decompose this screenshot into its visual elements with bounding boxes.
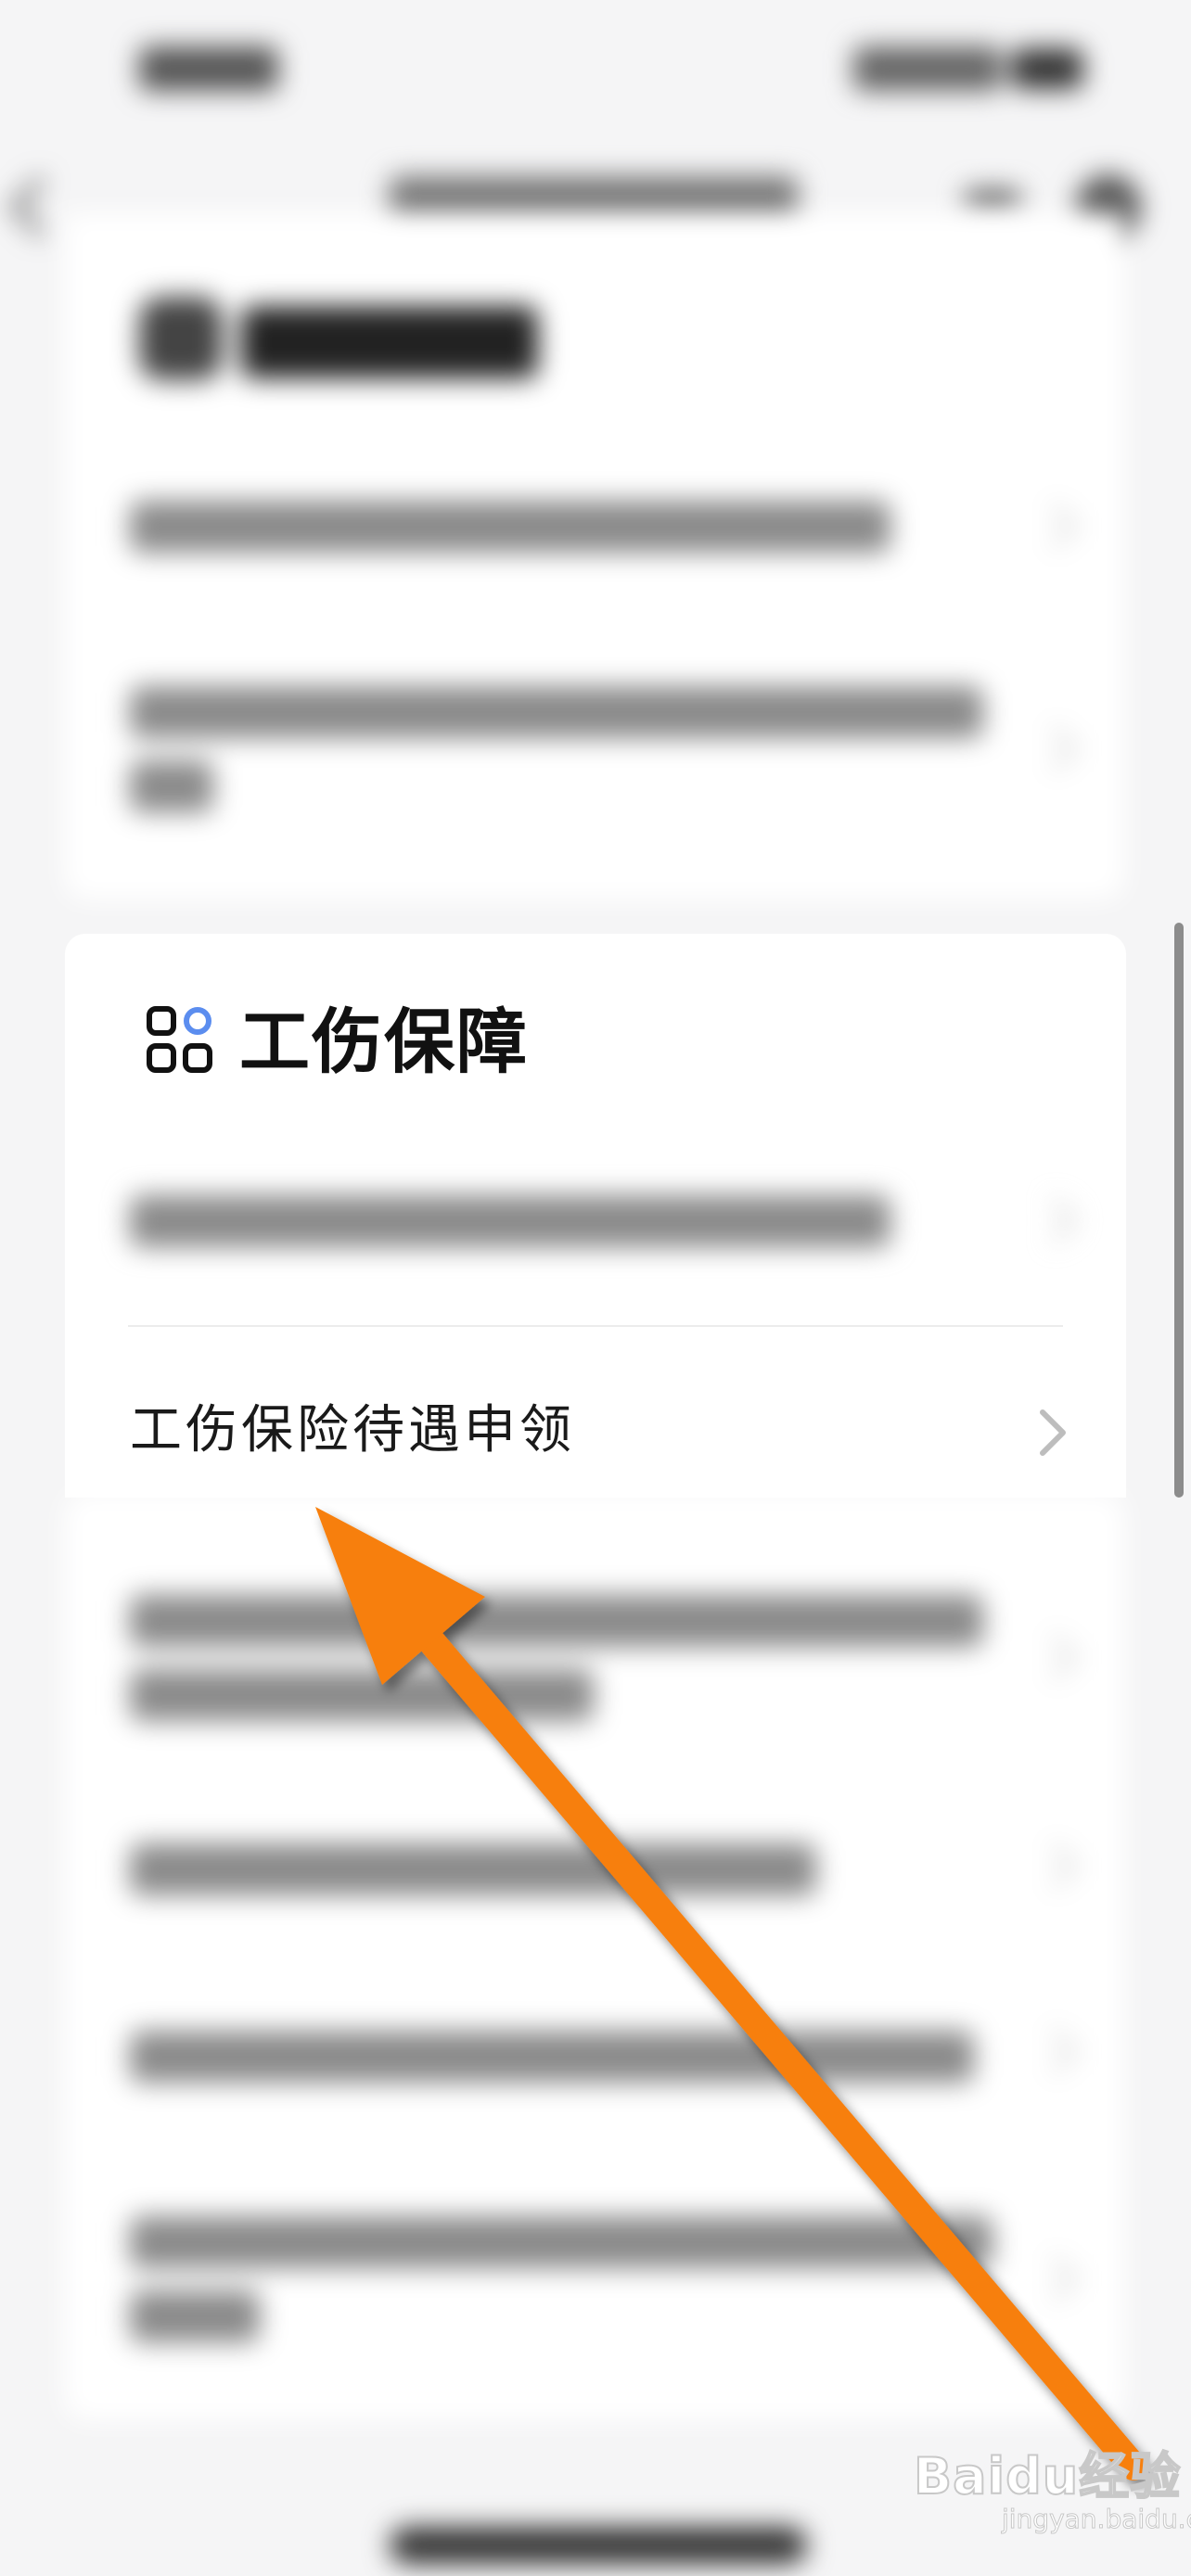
screen: 工伤保障 工伤保险待遇申领 Baidu经验 jingyan.baidu.com <box>0 0 1191 2576</box>
watermark-url: jingyan.baidu.com <box>1001 2504 1191 2535</box>
orange-arrow-annotation <box>315 1507 1147 2480</box>
watermark-brand: Baidu经验 <box>913 2446 1182 2506</box>
